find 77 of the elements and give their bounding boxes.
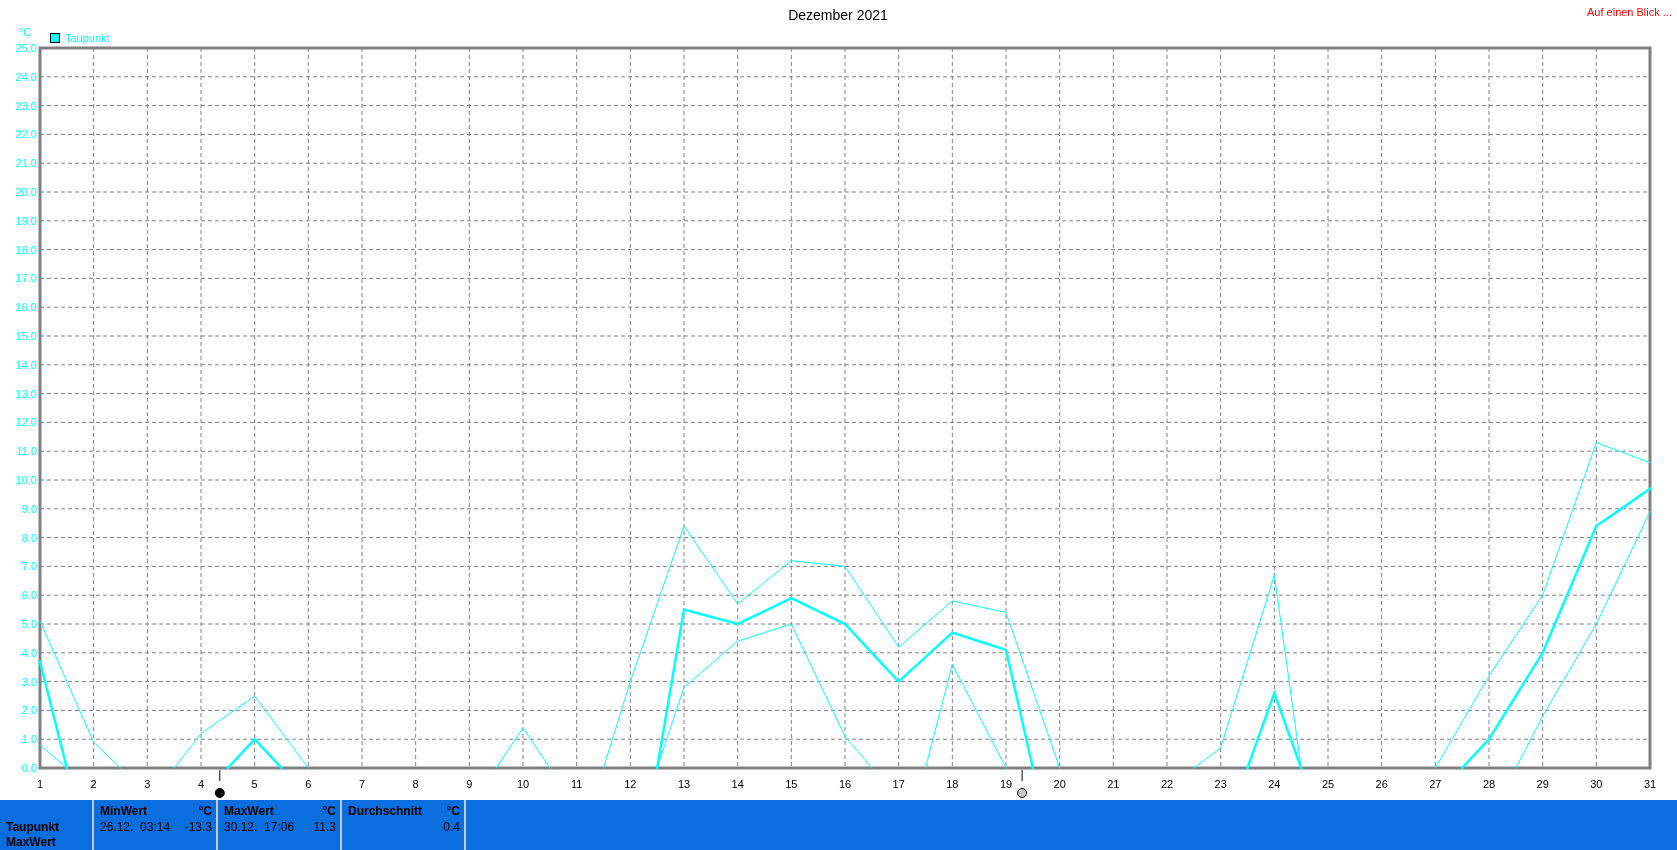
- x-tick-label: 1: [36, 778, 44, 790]
- y-tick-label: 19.0: [15, 214, 37, 227]
- y-tick-label: 1.0: [21, 733, 37, 746]
- y-tick-label: 4.0: [21, 646, 37, 659]
- y-tick-label: 24.0: [15, 70, 37, 83]
- y-tick-label: 25.0: [15, 42, 37, 54]
- x-tick-label: 4: [197, 778, 205, 790]
- y-tick-label: 5.0: [21, 618, 37, 630]
- x-tick-label: 14: [731, 778, 744, 790]
- x-tick-label: 19: [999, 778, 1013, 790]
- column-heading: MinWert: [100, 804, 148, 818]
- column-heading: Durchschnitt: [348, 804, 422, 818]
- date-time: 26.12. 03:14: [100, 820, 171, 834]
- y-tick-label: 6.0: [21, 589, 37, 602]
- y-tick-label: 3.0: [21, 675, 37, 688]
- y-tick-label: 23.0: [15, 99, 37, 112]
- x-tick-label: 16: [838, 778, 852, 790]
- unit-label: °C: [446, 804, 460, 818]
- y-tick-label: 18.0: [15, 243, 37, 256]
- x-tick-label: 11: [570, 778, 583, 790]
- date-time: 30.12. 17:06: [224, 820, 295, 834]
- y-tick-label: 11.0: [16, 445, 37, 458]
- y-tick-label: 21.0: [15, 157, 37, 170]
- moon-phase-icon: [214, 769, 225, 798]
- x-tick-label: 18: [946, 778, 959, 790]
- x-tick-label: 23: [1214, 778, 1227, 790]
- x-tick-label: 29: [1536, 778, 1549, 790]
- y-tick-label: 14.0: [15, 358, 37, 371]
- x-tick-label: 8: [412, 778, 419, 790]
- x-tick-label: 2: [90, 778, 97, 790]
- stat-value: -13.3: [184, 820, 212, 834]
- x-tick-label: 28: [1482, 778, 1496, 790]
- row-label: MaxWert: [6, 835, 57, 849]
- y-tick-label: 13.0: [15, 387, 37, 400]
- y-tick-label: 20.0: [15, 186, 37, 198]
- x-tick-label: 13: [677, 778, 691, 790]
- x-tick-label: 9: [466, 778, 473, 790]
- chart-title: Dezember 2021: [788, 7, 888, 23]
- x-tick-label: 26: [1375, 778, 1388, 790]
- x-tick-label: 15: [785, 778, 798, 790]
- x-tick-label: 27: [1429, 778, 1442, 790]
- x-tick-label: 3: [144, 778, 151, 790]
- x-tick-label: 20: [1053, 778, 1066, 790]
- x-tick-label: 30: [1590, 778, 1603, 790]
- legend-label: Taupunkt: [65, 32, 110, 44]
- x-tick-label: 24: [1268, 778, 1281, 790]
- y-tick-label: 17.0: [15, 272, 37, 285]
- x-tick-label: 7: [358, 778, 366, 790]
- unit-label: °C: [322, 804, 336, 818]
- y-tick-label: 8.0: [21, 531, 37, 544]
- y-tick-label: 16.0: [15, 301, 37, 314]
- legend-swatch-icon: [50, 33, 60, 43]
- y-tick-label: 9.0: [21, 502, 37, 515]
- y-tick-label: 22.0: [15, 128, 37, 141]
- x-tick-label: 17: [892, 778, 905, 790]
- y-tick-label: 12.0: [15, 416, 37, 429]
- stat-value: 0.4: [443, 820, 460, 834]
- x-tick-label: 25: [1321, 778, 1335, 790]
- unit-label: °C: [18, 26, 32, 38]
- y-tick-label: 2.0: [21, 704, 37, 717]
- y-tick-label: 15.0: [15, 330, 37, 342]
- column-heading: MaxWert: [224, 804, 274, 818]
- row-label: Taupunkt: [6, 820, 61, 834]
- x-tick-label: 5: [251, 778, 258, 790]
- unit-label: °C: [198, 804, 212, 818]
- x-tick-label: 10: [516, 778, 530, 790]
- x-tick-label: 21: [1107, 778, 1120, 790]
- stat-value: 11.3: [313, 820, 336, 834]
- moon-phase-icon: [1017, 769, 1028, 798]
- y-tick-label: 7.0: [21, 560, 37, 573]
- x-tick-label: 22: [1160, 778, 1174, 790]
- y-tick-label: 10.0: [15, 474, 37, 486]
- overview-link[interactable]: Auf einen Blick ...: [1587, 6, 1672, 18]
- x-tick-label: 12: [624, 778, 637, 790]
- x-tick-label: 31: [1643, 778, 1657, 790]
- x-tick-label: 6: [305, 778, 312, 790]
- y-tick-label: 0.0: [21, 762, 37, 774]
